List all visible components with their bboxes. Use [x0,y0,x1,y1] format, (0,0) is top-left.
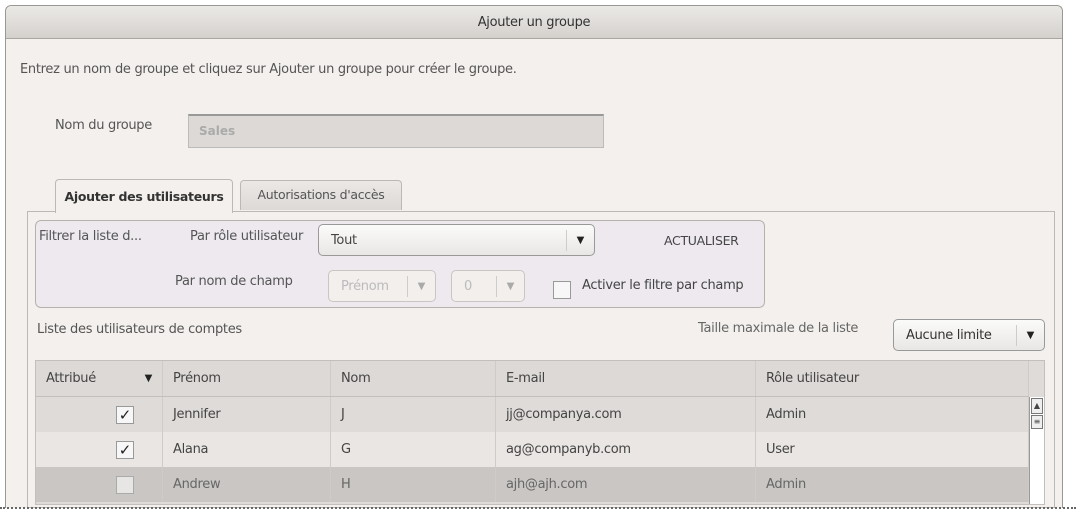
role-cell: User [756,432,1029,467]
column-header-role[interactable]: Rôle utilisateur [756,361,1029,396]
assigned-checkbox[interactable]: ✓ [116,405,134,424]
max-size-label: Taille maximale de la liste [698,321,859,336]
assigned-checkbox[interactable] [116,475,134,494]
table-row[interactable]: ✓ Jennifer J jj@companya.com Admin [36,397,1029,432]
refresh-button[interactable]: ACTUALISER [664,233,739,248]
tab-add-users[interactable]: Ajouter des utilisateurs [55,179,233,213]
assigned-checkbox[interactable]: ✓ [116,440,134,459]
table-header: Attribué ▼ Prénom Nom E-mail Rôle utilisa… [36,361,1029,397]
max-size-select[interactable]: Aucune limite ▼ [893,319,1045,351]
user-list-title: Liste des utilisateurs de comptes [37,322,242,337]
scroll-thumb[interactable]: ≡ [1031,415,1043,429]
dialog-title: Ajouter un groupe [6,6,1062,39]
instruction-text: Entrez un nom de groupe et cliquez sur A… [20,62,517,77]
column-header-assigned[interactable]: Attribué ▼ [36,361,163,396]
field-operator-value: 0 [464,278,472,294]
first-name-cell: Andrew [163,467,331,502]
column-header-last-name[interactable]: Nom [331,361,496,396]
vertical-scrollbar[interactable]: ▲ ≡ [1029,397,1044,504]
chevron-down-icon: ▼ [407,275,435,297]
scroll-up-icon[interactable]: ▲ [1031,398,1043,414]
max-size-value: Aucune limite [906,327,992,343]
enable-field-filter-label: Activer le filtre par champ [582,278,744,293]
field-name-select[interactable]: Prénom ▼ [328,270,436,302]
email-cell: ag@companyb.com [496,432,756,467]
email-cell: ajh@ajh.com [496,467,756,502]
chevron-down-icon: ▼ [496,275,524,297]
table-row[interactable]: Andrew H ajh@ajh.com Admin [36,467,1029,502]
last-name-cell: J [331,397,496,432]
group-name-label: Nom du groupe [55,118,152,133]
email-cell: jj@companya.com [496,397,756,432]
group-name-input[interactable]: Sales [188,114,604,148]
chevron-down-icon: ▼ [566,229,594,251]
users-table: Attribué ▼ Prénom Nom E-mail Rôle utilisa… [35,360,1045,505]
field-filter-label: Par nom de champ [175,274,293,289]
first-name-cell: Jennifer [163,397,331,432]
column-header-first-name[interactable]: Prénom [163,361,331,396]
enable-field-filter-checkbox[interactable] [553,281,571,299]
role-cell: Admin [756,397,1029,432]
role-filter-label: Par rôle utilisateur [190,229,304,244]
column-label: Attribué [46,371,96,386]
table-row[interactable]: ✓ Alana G ag@companyb.com User [36,432,1029,467]
field-operator-select[interactable]: 0 ▼ [451,270,525,302]
role-filter-value: Tout [331,232,357,248]
filter-title: Filtrer la liste d... [39,229,142,244]
role-filter-select[interactable]: Tout ▼ [318,224,595,256]
column-header-email[interactable]: E-mail [496,361,756,396]
field-name-value: Prénom [341,278,389,294]
chevron-down-icon: ▼ [1016,324,1044,346]
tab-access-permissions[interactable]: Autorisations d'accès [240,180,402,210]
last-name-cell: H [331,467,496,502]
last-name-cell: G [331,432,496,467]
sort-descending-icon: ▼ [144,373,153,384]
role-cell: Admin [756,467,1029,502]
first-name-cell: Alana [163,432,331,467]
clip-edge [0,507,1076,509]
